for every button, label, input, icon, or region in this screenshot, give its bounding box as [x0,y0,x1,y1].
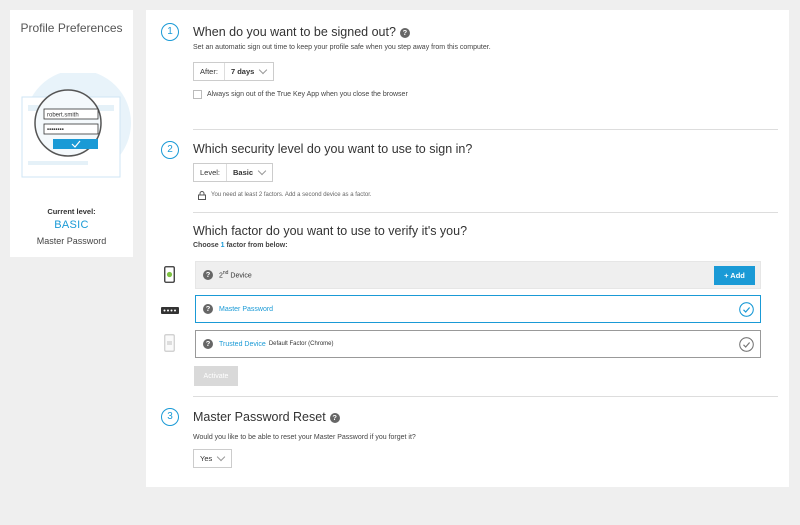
help-icon[interactable]: ? [203,304,213,314]
profile-sidebar: Profile Preferences robert.smith •••••••… [10,10,133,257]
check-circle-icon [739,337,754,352]
section1-heading-text: When do you want to be signed out? [193,25,396,39]
signout-time-select[interactable]: After: 7 days [193,62,275,81]
factor-row-second-device[interactable]: ? 2nd Device + Add [195,261,761,289]
step-3-badge: 3 [161,408,179,426]
security-level-select[interactable]: Level: Basic [193,163,274,182]
password-dots-icon [161,307,179,314]
choose-suffix: factor from below: [224,242,288,249]
signout-select-label: After: [194,63,225,80]
security-illustration: robert.smith •••••••• [21,73,131,178]
second-device-label: 2nd Device [219,270,252,279]
choose-prefix: Choose [193,242,221,249]
divider [193,212,778,213]
signout-select-value: 7 days [230,67,255,76]
help-icon[interactable]: ? [203,270,213,280]
security-note: You need at least 2 factors. Add a secon… [211,192,372,198]
chevron-down-icon [217,452,226,462]
current-level-label: Current level: [47,207,96,216]
section1-description: Set an automatic sign out time to keep y… [193,44,491,51]
factor-row-trusted-device[interactable]: ? Trusted Device Default Factor (Chrome) [195,330,761,358]
trusted-device-label[interactable]: Trusted Device [219,341,266,348]
level-select-value: Basic [233,168,254,177]
password-reset-select[interactable]: Yes [193,449,233,468]
current-factor-name: Master Password [36,236,107,246]
add-device-button[interactable]: + Add [714,266,755,285]
help-icon[interactable]: ? [399,28,410,38]
factor-heading: Which factor do you want to use to verif… [193,224,468,238]
factor-row-master-password[interactable]: ? Master Password [195,295,761,323]
always-signout-checkbox[interactable] [193,90,202,99]
trusted-device-icon [164,334,175,352]
default-factor-note: Default Factor (Chrome) [268,341,334,347]
section1-heading: When do you want to be signed out?? [193,25,410,39]
second-device-rest: Device [228,272,252,280]
step-1-badge: 1 [161,23,179,41]
help-icon[interactable]: ? [329,413,340,423]
reset-select-value: Yes [200,454,213,463]
activate-button[interactable]: Activate [194,366,238,386]
current-level-value: BASIC [54,219,89,231]
illus-username: robert.smith [47,113,79,119]
sidebar-title: Profile Preferences [20,21,123,35]
reset-question: Would you like to be able to reset your … [193,434,416,441]
divider [193,129,778,130]
section2-heading: Which security level do you want to use … [193,142,473,156]
main-panel: 1 When do you want to be signed out?? Se… [146,10,789,487]
check-circle-icon [739,302,754,317]
divider [193,396,778,397]
level-select-label: Level: [194,164,228,181]
section3-heading-text: Master Password Reset [193,410,326,424]
choose-factor-text: Choose 1 factor from below: [193,242,288,249]
section3-heading: Master Password Reset? [193,410,340,424]
help-icon[interactable]: ? [203,339,213,349]
master-password-label[interactable]: Master Password [219,306,273,313]
chevron-down-icon [259,65,268,75]
step-2-badge: 2 [161,141,179,159]
always-signout-label: Always sign out of the True Key App when… [207,91,408,98]
chevron-down-icon [257,166,267,176]
lock-icon [198,191,206,200]
phone-icon [164,266,175,283]
illus-password: •••••••• [47,128,64,134]
